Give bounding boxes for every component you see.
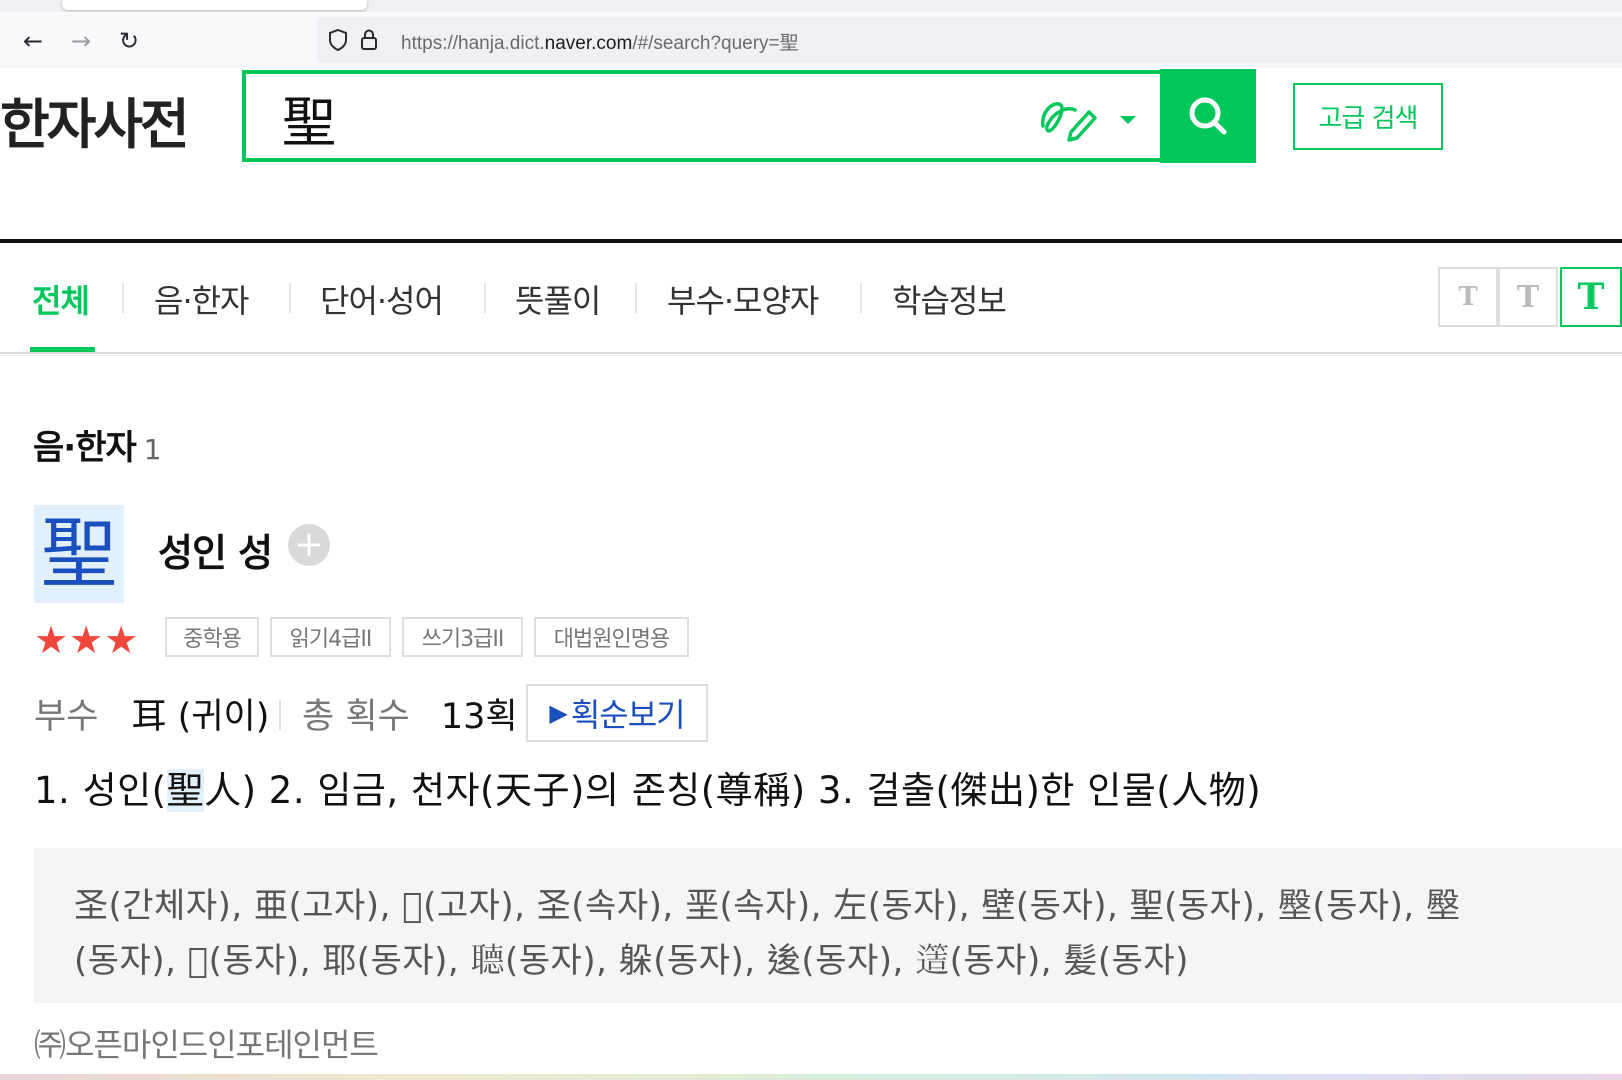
- tab-divider: [289, 283, 291, 313]
- lock-icon[interactable]: [359, 28, 379, 52]
- highlighted-hanja: 聖: [166, 769, 205, 812]
- font-size-medium-button[interactable]: T: [1498, 267, 1558, 327]
- copyright-provider[interactable]: ㈜오픈마인드인포테인먼트: [34, 1020, 379, 1066]
- variant-list-line[interactable]: (동자), 𦔳(동자), 耶(동자), 𦗟(동자), 躲(동자), 𨒥(동자),…: [74, 933, 1189, 982]
- hanja-character: 聖: [41, 509, 117, 598]
- browser-tab[interactable]: [62, 0, 367, 10]
- tabs-divider-shadow: [0, 355, 1622, 356]
- tab-study-info[interactable]: 학습정보: [892, 276, 1007, 322]
- hanja-character-link[interactable]: 聖: [34, 505, 124, 603]
- meta-divider: [279, 700, 281, 730]
- handwriting-input-icon[interactable]: [1037, 92, 1101, 142]
- stroke-order-button[interactable]: ▶ 획순보기: [526, 684, 708, 742]
- browser-navbar: ← → ↻ https://hanja.dict.naver.com/#/sea…: [0, 12, 1622, 68]
- add-to-wordbook-button[interactable]: +: [288, 524, 330, 566]
- tabs-divider: [0, 352, 1622, 354]
- address-bar[interactable]: https://hanja.dict.naver.com/#/search?qu…: [317, 17, 1622, 63]
- site-logo[interactable]: 한자사전: [0, 80, 190, 159]
- definitions: 1. 성인(聖人) 2. 임금, 천자(天子)의 존칭(尊稱) 3. 걸출(傑出…: [34, 769, 1262, 812]
- hanja-meaning[interactable]: 성인 성: [158, 522, 273, 577]
- font-size-small-button[interactable]: T: [1438, 267, 1498, 327]
- tab-divider: [860, 283, 862, 313]
- tab-divider: [635, 283, 637, 313]
- search-button[interactable]: [1160, 69, 1256, 163]
- tab-divider: [484, 283, 486, 313]
- stroke-info: 총 획수 13획: [302, 688, 518, 739]
- strokes-label: 총 획수: [302, 697, 410, 737]
- radical-label: 부수: [34, 697, 99, 737]
- back-icon[interactable]: ←: [18, 26, 48, 56]
- tab-all[interactable]: 전체: [32, 276, 90, 322]
- play-icon: ▶: [549, 699, 567, 727]
- level-badge: 읽기4급II: [270, 617, 391, 657]
- shield-icon[interactable]: [327, 28, 349, 52]
- level-badge: 대법원인명용: [534, 617, 689, 657]
- advanced-search-button[interactable]: 고급 검색: [1293, 83, 1443, 150]
- forward-icon[interactable]: →: [66, 26, 96, 56]
- dropdown-arrow-icon[interactable]: [1118, 114, 1138, 126]
- search-box: [242, 70, 1256, 162]
- tab-sound-hanja[interactable]: 음·한자: [154, 276, 249, 322]
- variant-characters: 圣(간체자), 亜(고자), 𦔳(고자), 圣(속자), 垩(속자), 左(동자…: [34, 848, 1622, 1003]
- tab-definitions[interactable]: 뜻풀이: [515, 276, 601, 322]
- importance-stars: ★★★: [34, 618, 140, 662]
- radical-info: 부수 耳 (귀이): [34, 688, 269, 739]
- category-tabs: 전체 음·한자 단어·성어 뜻풀이 부수·모양자 학습정보: [0, 243, 1622, 353]
- browser-tab-strip: [0, 0, 1622, 12]
- level-badge: 중학용: [165, 617, 259, 657]
- font-size-large-button[interactable]: T: [1560, 267, 1622, 327]
- reload-icon[interactable]: ↻: [114, 26, 144, 56]
- tab-radical-shape[interactable]: 부수·모양자: [667, 276, 819, 322]
- result-count: 1: [143, 433, 162, 466]
- url-text[interactable]: https://hanja.dict.naver.com/#/search?qu…: [401, 28, 799, 55]
- bottom-edge: [0, 1074, 1622, 1080]
- level-badge: 쓰기3급II: [402, 617, 523, 657]
- search-input[interactable]: [282, 82, 1002, 152]
- tab-divider: [122, 283, 124, 313]
- radical-value: 耳 (귀이): [131, 697, 270, 737]
- variant-list-line[interactable]: 圣(간체자), 亜(고자), 𦔳(고자), 圣(속자), 垩(속자), 左(동자…: [74, 878, 1461, 927]
- strokes-value: 13획: [440, 697, 518, 737]
- search-icon: [1189, 97, 1227, 135]
- tab-words-idioms[interactable]: 단어·성어: [320, 276, 444, 322]
- section-title: 음·한자 1: [33, 428, 162, 468]
